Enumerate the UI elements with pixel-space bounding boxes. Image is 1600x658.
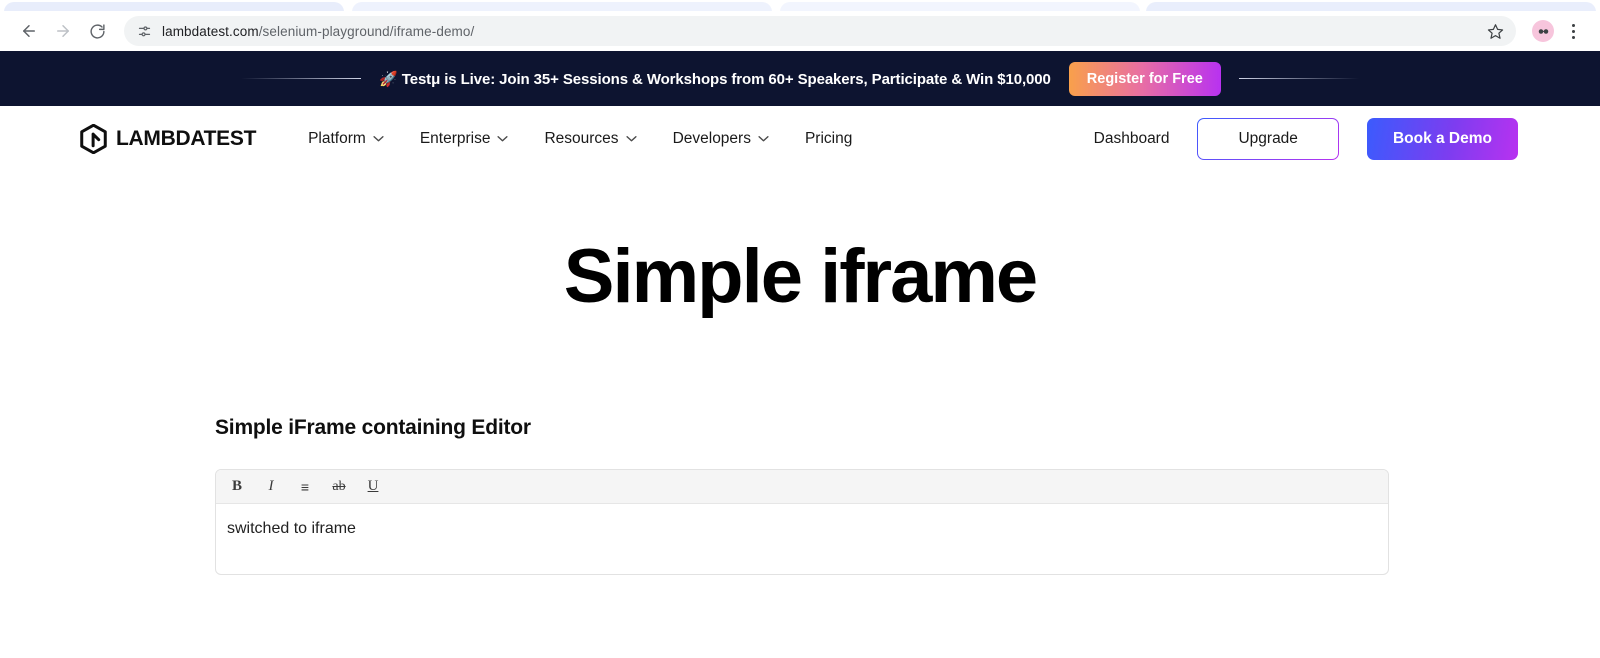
brand-logo[interactable]: LAMBDATEST	[80, 123, 257, 154]
promo-message: 🚀 Testμ is Live: Join 35+ Sessions & Work…	[379, 70, 1051, 88]
chevron-down-icon	[758, 136, 769, 142]
main-content: Simple iFrame containing Editor B I ≡ ab…	[211, 416, 1389, 575]
italic-tool-button[interactable]: I	[260, 475, 282, 499]
promo-banner: 🚀 Testμ is Live: Join 35+ Sessions & Work…	[0, 51, 1600, 106]
dashboard-link[interactable]: Dashboard	[1094, 130, 1170, 148]
profile-avatar[interactable]	[1532, 20, 1554, 42]
bold-tool-button[interactable]: B	[226, 475, 248, 499]
nav-item-pricing[interactable]: Pricing	[805, 130, 852, 148]
section-title: Simple iFrame containing Editor	[215, 416, 531, 439]
browser-tab[interactable]	[352, 2, 772, 11]
nav-item-resources[interactable]: Resources	[544, 129, 637, 148]
nav-item-enterprise[interactable]: Enterprise	[420, 130, 509, 148]
page-title: Simple iframe	[563, 234, 1038, 319]
book-a-demo-button[interactable]: Book a Demo	[1366, 117, 1518, 160]
browser-menu-icon[interactable]	[1560, 18, 1586, 44]
browser-tab[interactable]	[1146, 2, 1596, 11]
upgrade-button[interactable]: Upgrade	[1197, 118, 1338, 160]
nav-item-label: Platform	[308, 129, 366, 147]
url-path: /selenium-playground/iframe-demo/	[258, 23, 475, 39]
brand-name: LAMBDATEST	[116, 126, 257, 150]
nav-item-label: Developers	[672, 129, 751, 147]
browser-chrome: lambdatest.com/selenium-playground/ifram…	[0, 0, 1600, 51]
reload-icon[interactable]	[82, 16, 112, 46]
promo-message-text: Testμ is Live: Join 35+ Sessions & Works…	[401, 70, 1051, 88]
list-tool-button[interactable]: ≡	[294, 475, 316, 499]
tab-strip[interactable]	[0, 0, 1600, 11]
editor-toolbar: B I ≡ ab U	[216, 470, 1388, 504]
back-icon[interactable]	[14, 16, 44, 46]
strikethrough-tool-button[interactable]: ab	[328, 475, 350, 499]
promo-decor-line-left	[241, 78, 362, 79]
browser-tab[interactable]	[780, 2, 1140, 11]
bookmark-star-icon[interactable]	[1484, 20, 1506, 42]
lambdatest-logo-icon	[80, 123, 107, 154]
browser-toolbar: lambdatest.com/selenium-playground/ifram…	[0, 11, 1600, 51]
url-text[interactable]: lambdatest.com/selenium-playground/ifram…	[162, 24, 1474, 39]
nav-item-label: Enterprise	[419, 129, 491, 147]
url-domain: lambdatest.com	[162, 23, 259, 39]
nav-item-developers[interactable]: Developers	[673, 130, 769, 148]
register-for-free-button[interactable]: Register for Free	[1068, 61, 1221, 96]
rocket-icon: 🚀	[379, 70, 398, 88]
site-navbar: LAMBDATEST Platform Enterprise Resources…	[0, 106, 1600, 171]
chevron-down-icon	[625, 136, 637, 142]
chevron-down-icon	[373, 136, 384, 142]
nav-item-label: Resources	[544, 129, 619, 147]
editor-content-area[interactable]: switched to iframe	[216, 504, 1388, 574]
iframe-editor: B I ≡ ab U switched to iframe	[215, 469, 1389, 575]
promo-decor-line-right	[1238, 78, 1359, 79]
nav-actions: Dashboard Upgrade Book a Demo	[1094, 117, 1518, 160]
nav-item-label: Pricing	[804, 129, 853, 147]
nav-links: Platform Enterprise Resources Developers…	[308, 130, 852, 148]
browser-tab[interactable]	[4, 2, 344, 11]
forward-icon[interactable]	[48, 16, 78, 46]
underline-tool-button[interactable]: U	[362, 475, 384, 499]
nav-item-platform[interactable]: Platform	[308, 130, 384, 148]
address-bar[interactable]: lambdatest.com/selenium-playground/ifram…	[124, 16, 1516, 46]
chevron-down-icon	[497, 136, 509, 142]
site-settings-icon[interactable]	[136, 23, 152, 39]
